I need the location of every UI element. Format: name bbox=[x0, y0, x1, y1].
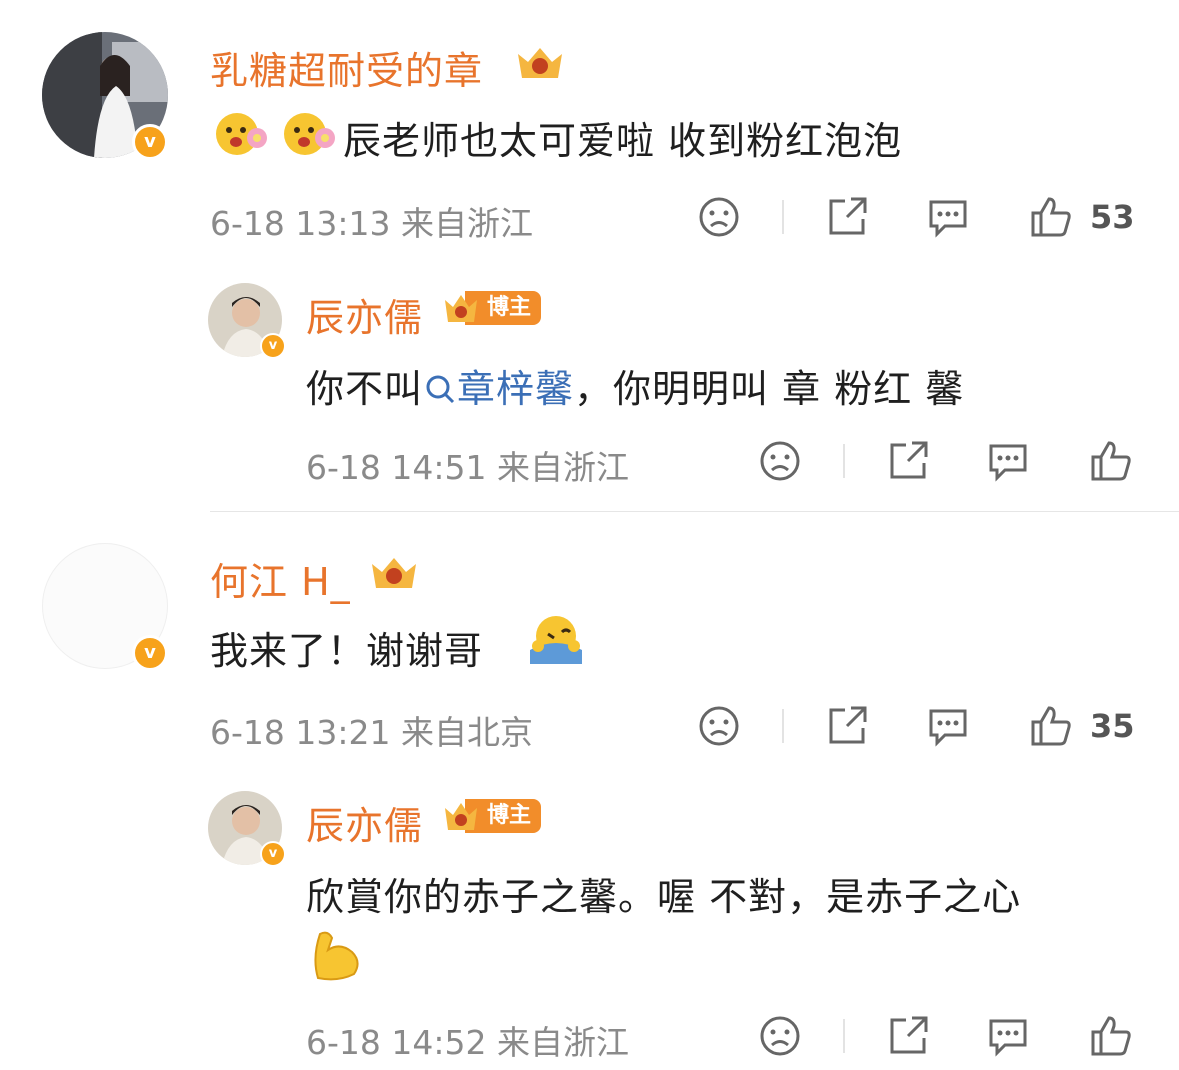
like-icon[interactable] bbox=[1089, 1014, 1133, 1058]
like-icon[interactable] bbox=[1089, 439, 1133, 483]
reply-author[interactable]: 辰亦儒 bbox=[306, 287, 423, 342]
like-icon[interactable] bbox=[1029, 704, 1073, 748]
reply-text: 你不叫 章梓馨，你明明叫 章 粉红 馨 bbox=[306, 358, 964, 413]
crown-badge-icon bbox=[372, 558, 416, 588]
covering-face-emoji-icon bbox=[530, 616, 582, 664]
flower-face-emoji-icon bbox=[216, 113, 267, 155]
comment-icon[interactable] bbox=[927, 705, 969, 747]
share-icon[interactable] bbox=[886, 1014, 930, 1058]
avatar[interactable]: v bbox=[42, 543, 168, 671]
separator bbox=[843, 444, 845, 478]
sad-face-icon[interactable] bbox=[759, 1015, 801, 1057]
comment-icon[interactable] bbox=[987, 440, 1029, 482]
comment-meta: 6-18 13:21 来自北京 bbox=[210, 713, 533, 752]
separator bbox=[782, 709, 784, 743]
flower-face-emoji-icon bbox=[284, 113, 335, 155]
comment-text: 我来了！谢谢哥 bbox=[210, 629, 484, 673]
avatar[interactable]: v bbox=[208, 791, 286, 867]
search-icon bbox=[426, 375, 455, 404]
sad-face-icon[interactable] bbox=[698, 196, 740, 238]
reply-author[interactable]: 辰亦儒 bbox=[306, 795, 423, 850]
reply-text-suffix: ，你明明叫 章 粉红 馨 bbox=[574, 367, 965, 411]
comment-divider bbox=[210, 511, 1179, 512]
reply-meta: 6-18 14:52 来自浙江 bbox=[306, 1023, 629, 1062]
comment-text: 辰老师也太可爱啦 收到粉红泡泡 bbox=[343, 119, 903, 163]
verified-icon: v bbox=[132, 635, 168, 671]
sad-face-icon[interactable] bbox=[698, 705, 740, 747]
comment-icon[interactable] bbox=[987, 1015, 1029, 1057]
sad-face-icon[interactable] bbox=[759, 440, 801, 482]
blogger-badge: 博主 bbox=[441, 799, 542, 833]
share-icon[interactable] bbox=[825, 704, 869, 748]
like-count: 35 bbox=[1090, 707, 1135, 745]
verified-icon: v bbox=[260, 333, 286, 359]
crown-badge-icon bbox=[518, 48, 562, 78]
share-icon[interactable] bbox=[825, 195, 869, 239]
like-count: 53 bbox=[1090, 198, 1135, 236]
blogger-badge: 博主 bbox=[441, 291, 542, 325]
verified-icon: v bbox=[260, 841, 286, 867]
reply-text-prefix: 你不叫 bbox=[306, 367, 424, 411]
search-link[interactable]: 章梓馨 bbox=[457, 367, 574, 411]
verified-icon: v bbox=[132, 124, 168, 160]
like-icon[interactable] bbox=[1029, 195, 1073, 239]
reply-meta: 6-18 14:51 来自浙江 bbox=[306, 448, 629, 487]
avatar[interactable]: v bbox=[42, 32, 168, 160]
separator bbox=[782, 200, 784, 234]
avatar[interactable]: v bbox=[208, 283, 286, 359]
flexed-biceps-emoji-icon bbox=[314, 931, 359, 981]
share-icon[interactable] bbox=[886, 439, 930, 483]
reply-text: 欣賞你的赤子之馨。喔 不對，是赤子之心 bbox=[306, 875, 1022, 919]
comment-author[interactable]: 何江 H_ bbox=[210, 551, 351, 606]
crown-icon bbox=[445, 295, 477, 322]
comment-meta: 6-18 13:13 来自浙江 bbox=[210, 204, 533, 243]
comment-icon[interactable] bbox=[927, 196, 969, 238]
separator bbox=[843, 1019, 845, 1053]
crown-icon bbox=[445, 803, 477, 830]
comment-author[interactable]: 乳糖超耐受的章 bbox=[210, 40, 483, 95]
